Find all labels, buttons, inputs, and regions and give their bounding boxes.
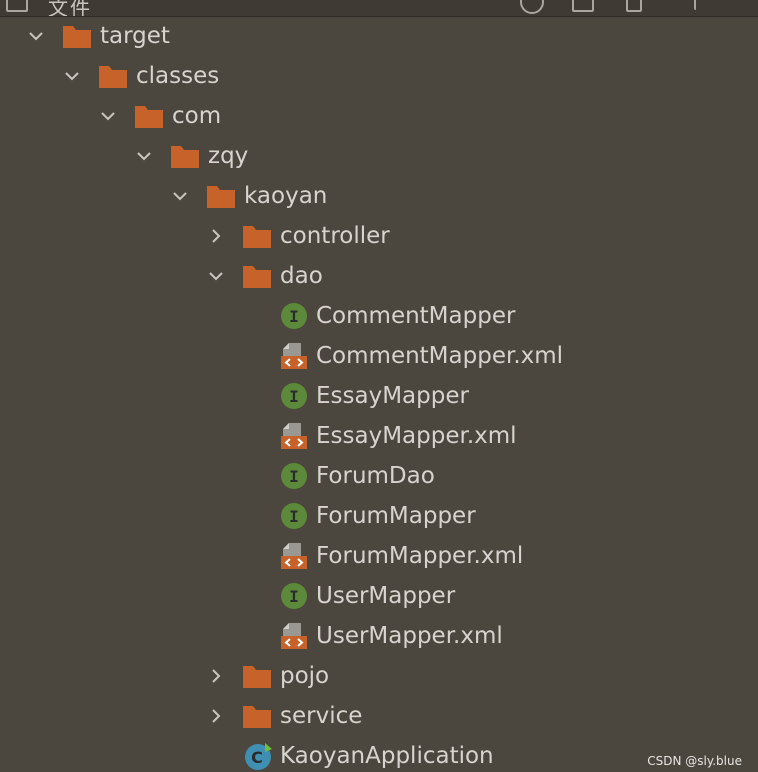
folder-icon [242,702,272,730]
folder-icon [98,62,128,90]
tree-item-zqy[interactable]: zqy [0,136,758,176]
tree-item-label: ForumMapper [316,503,476,529]
locate-icon[interactable] [520,0,544,14]
toolbar: 文件 [0,0,758,17]
xml-file-icon [279,422,309,450]
tree-item-commentmapper-xml[interactable]: CommentMapper.xml [0,336,758,376]
tree-item-label: zqy [208,143,249,169]
interface-icon: I [279,502,309,530]
tree-item-label: dao [280,263,323,289]
svg-text:I: I [289,307,299,326]
tree-item-classes[interactable]: classes [0,56,758,96]
tree-item-label: com [172,103,222,129]
watermark: CSDN @sly.blue [647,754,742,768]
chevron-right-icon[interactable] [208,708,224,724]
tree-item-kaoyan[interactable]: kaoyan [0,176,758,216]
tree-item-essaymapper-xml[interactable]: EssayMapper.xml [0,416,758,456]
xml-file-icon [279,622,309,650]
expand-all-icon[interactable] [572,0,594,12]
tree-item-label: ForumMapper.xml [316,543,524,569]
tree-item-label: kaoyan [244,183,328,209]
spring-boot-class-icon: C [243,741,273,770]
xml-file-icon [279,342,309,370]
folder-icon [206,182,236,210]
toolbar-title: 文件 [48,0,92,17]
tree-item-label: controller [280,223,390,249]
settings-icon[interactable] [694,0,702,10]
folder-icon [242,222,272,250]
interface-icon: I [279,302,309,330]
tree-item-kaoyanapplication[interactable]: C KaoyanApplication [0,736,758,772]
chevron-down-icon[interactable] [100,108,116,124]
tree-item-label: target [100,23,170,49]
svg-text:C: C [251,748,263,767]
chevron-right-icon[interactable] [208,228,224,244]
folder-icon [242,662,272,690]
tree-item-label: service [280,703,363,729]
xml-file-icon [279,542,309,570]
collapse-all-icon[interactable] [626,0,642,12]
folder-icon [134,102,164,130]
interface-icon: I [279,462,309,490]
tree-item-label: ForumDao [316,463,435,489]
tree-item-service[interactable]: service [0,696,758,736]
tree-item-label: EssayMapper [316,383,469,409]
chevron-down-icon[interactable] [64,68,80,84]
tree-item-label: CommentMapper [316,303,516,329]
folder-icon [170,142,200,170]
chevron-right-icon[interactable] [208,668,224,684]
tree-item-target[interactable]: target [0,16,758,56]
chevron-down-icon[interactable] [28,28,44,44]
tree-item-forummapper-xml[interactable]: ForumMapper.xml [0,536,758,576]
tree-item-label: KaoyanApplication [280,743,494,769]
folder-icon [62,22,92,50]
chevron-down-icon[interactable] [172,188,188,204]
tree-item-label: classes [136,63,220,89]
tree-item-label: UserMapper.xml [316,623,503,649]
tree-item-label: CommentMapper.xml [316,343,564,369]
tree-item-usermapper-xml[interactable]: UserMapper.xml [0,616,758,656]
tree-item-label: pojo [280,663,330,689]
tree-item-pojo[interactable]: pojo [0,656,758,696]
chevron-down-icon[interactable] [136,148,152,164]
tree-item-label: UserMapper [316,583,456,609]
tree-item-com[interactable]: com [0,96,758,136]
tree-item-essaymapper[interactable]: I EssayMapper [0,376,758,416]
chevron-down-icon[interactable] [208,268,224,284]
svg-text:I: I [289,507,299,526]
panel-icon[interactable] [6,0,28,12]
tree-item-label: EssayMapper.xml [316,423,517,449]
svg-text:I: I [289,467,299,486]
tree-item-forummapper[interactable]: I ForumMapper [0,496,758,536]
svg-text:I: I [289,587,299,606]
tree-item-dao[interactable]: dao [0,256,758,296]
tree-item-controller[interactable]: controller [0,216,758,256]
interface-icon: I [279,382,309,410]
svg-text:I: I [289,387,299,406]
interface-icon: I [279,582,309,610]
tree-item-commentmapper[interactable]: I CommentMapper [0,296,758,336]
folder-icon [242,262,272,290]
tree-item-usermapper[interactable]: I UserMapper [0,576,758,616]
tree-item-forumdao[interactable]: I ForumDao [0,456,758,496]
